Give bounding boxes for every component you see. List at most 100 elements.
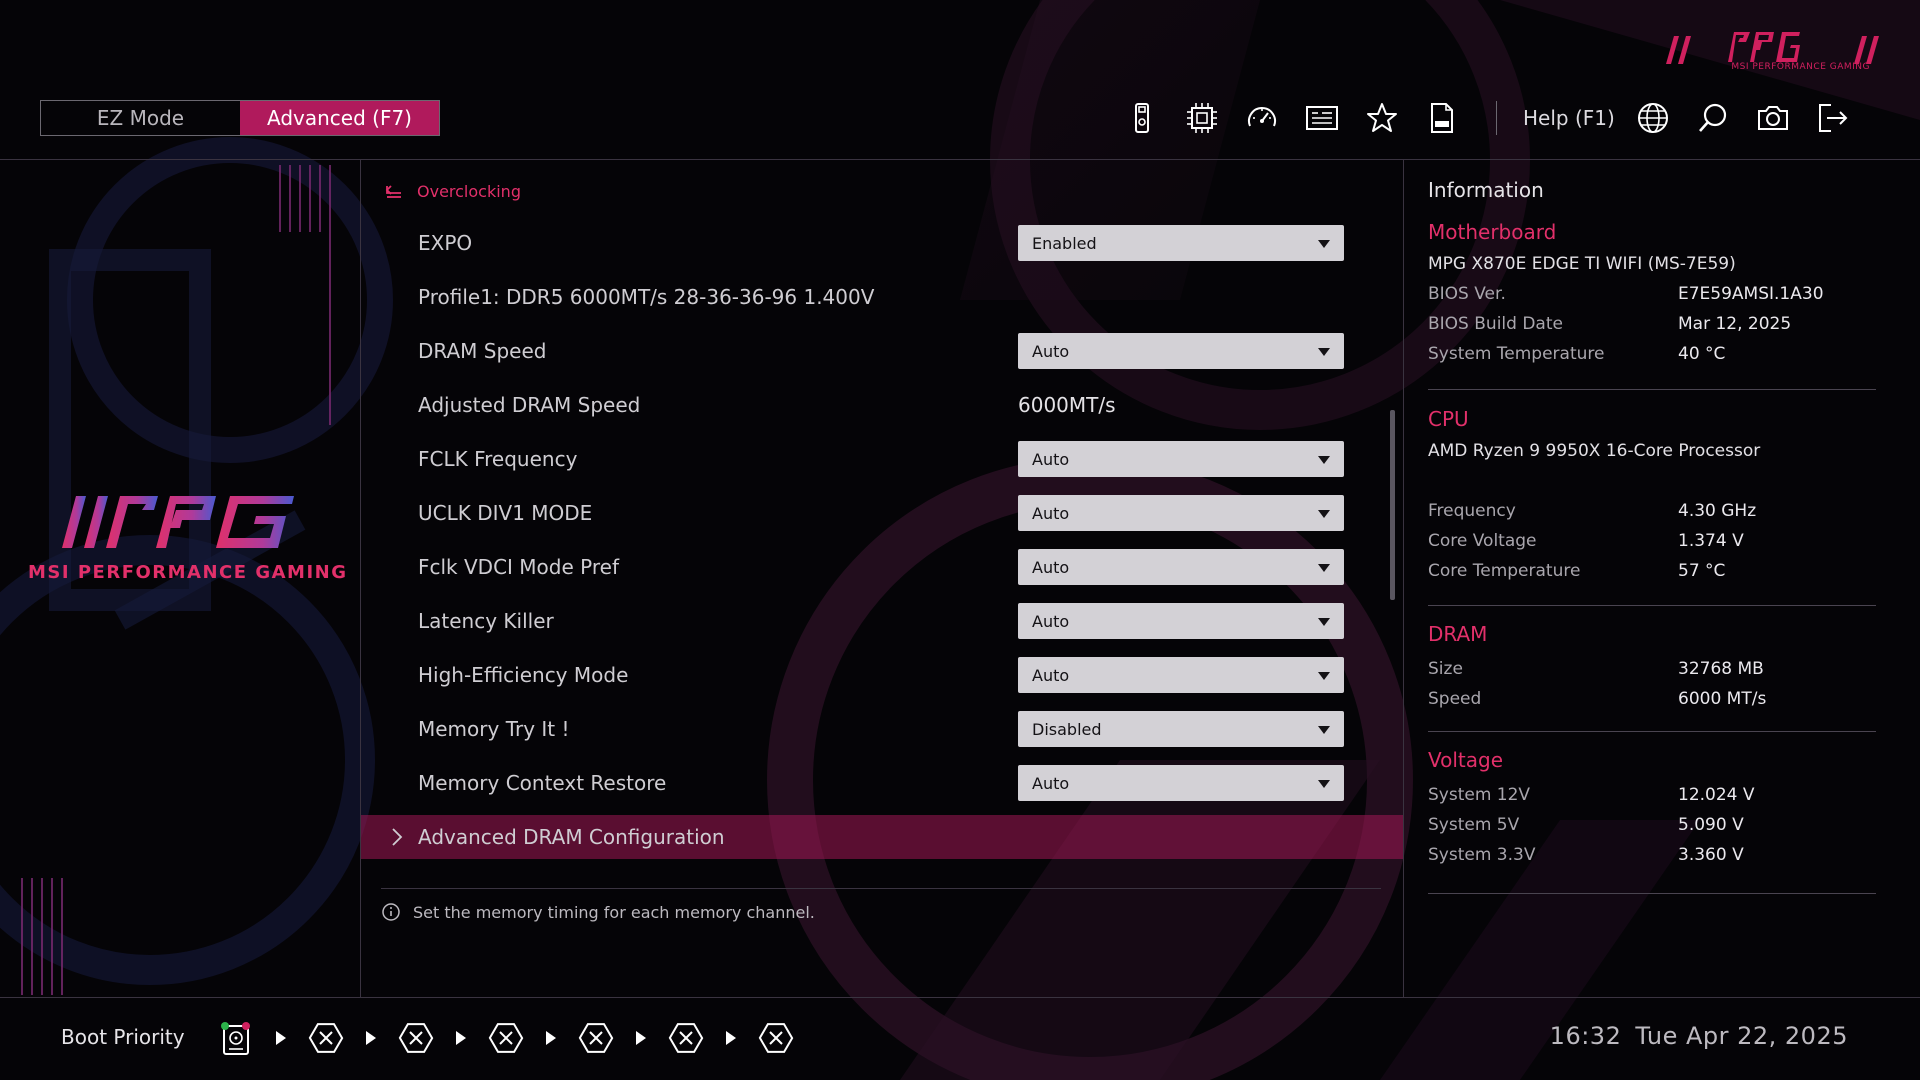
boot-device-empty-icon[interactable] [396,1018,436,1058]
setting-row-uclk-div1-mode[interactable]: UCLK DIV1 MODE Auto [361,491,1403,535]
dram-speed-label: Speed [1428,689,1482,709]
dropdown-value: Enabled [1032,233,1097,253]
system-5v-value: 5.090 V [1678,815,1744,835]
boot-device-empty-icon[interactable] [666,1018,706,1058]
dram-heading: DRAM [1428,622,1488,646]
fclk-frequency-dropdown[interactable]: Auto [1018,441,1344,477]
setting-row-high-efficiency-mode[interactable]: High-Efficiency Mode Auto [361,653,1403,697]
chevron-down-icon [1318,618,1330,626]
setting-row-adjusted-dram-speed: Adjusted DRAM Speed 6000MT/s [361,383,1403,427]
settings-panel: Overclocking EXPO Enabled Profile1: DDR5… [361,160,1403,998]
dropdown-value: Auto [1032,341,1070,361]
hardware-monitor-icon[interactable] [1300,96,1344,140]
search-icon[interactable] [1691,96,1735,140]
bios-version-value: E7E59AMSI.1A30 [1678,284,1824,304]
setting-label: Memory Context Restore [418,771,667,795]
advanced-mode-button[interactable]: Advanced (F7) [240,101,439,135]
usb-device-icon[interactable] [1120,96,1164,140]
boot-priority-bar: Boot Priority 16:32 Tue Apr 22, 2025 [0,997,1920,1080]
information-panel: Information Motherboard MPG X870E EDGE T… [1404,160,1920,998]
setting-label: Profile1: DDR5 6000MT/s 28-36-36-96 1.40… [418,285,875,309]
dropdown-value: Disabled [1032,719,1102,739]
ez-mode-button[interactable]: EZ Mode [41,101,240,135]
setting-row-profile: Profile1: DDR5 6000MT/s 28-36-36-96 1.40… [361,275,1403,319]
setting-label: High-Efficiency Mode [418,663,629,687]
favorites-star-icon[interactable] [1360,96,1404,140]
system-5v-label: System 5V [1428,815,1520,835]
speedometer-icon[interactable] [1240,96,1284,140]
boot-device-list [216,1016,796,1060]
core-voltage-value: 1.374 V [1678,531,1744,551]
setting-row-fclk-frequency[interactable]: FCLK Frequency Auto [361,437,1403,481]
setting-row-memory-try-it[interactable]: Memory Try It ! Disabled [361,707,1403,751]
breadcrumb[interactable]: Overclocking [385,182,521,201]
boot-order-arrow [546,1031,556,1045]
chevron-down-icon [1318,564,1330,572]
core-temperature-label: Core Temperature [1428,561,1581,581]
exit-icon[interactable] [1811,96,1855,140]
header-toolbar: Help (F1) [1120,96,1871,140]
setting-row-expo[interactable]: EXPO Enabled [361,221,1403,265]
top-bar: EZ Mode Advanced (F7) Help (F1) MSI PERF… [0,0,1920,160]
setting-label: FCLK Frequency [418,447,578,471]
memory-context-restore-dropdown[interactable]: Auto [1018,765,1344,801]
dram-size-value: 32768 MB [1678,659,1764,679]
boot-device-empty-icon[interactable] [486,1018,526,1058]
hint-text: Set the memory timing for each memory ch… [413,902,815,922]
boot-device-empty-icon[interactable] [756,1018,796,1058]
chevron-down-icon [1318,510,1330,518]
screenshot-camera-icon[interactable] [1751,96,1795,140]
boot-device-empty-icon[interactable] [576,1018,616,1058]
setting-label: EXPO [418,231,473,255]
submenu-advanced-dram-configuration[interactable]: Advanced DRAM Configuration [361,815,1403,859]
setting-label: Adjusted DRAM Speed [418,393,641,417]
help-button[interactable]: Help (F1) [1523,106,1615,130]
dram-speed-dropdown[interactable]: Auto [1018,333,1344,369]
chevron-down-icon [1318,240,1330,248]
boot-device-empty-icon[interactable] [306,1018,346,1058]
dropdown-value: Auto [1032,449,1070,469]
dram-speed-value: 6000 MT/s [1678,689,1767,709]
scrollbar[interactable] [1390,410,1395,600]
uclk-div1-mode-dropdown[interactable]: Auto [1018,495,1344,531]
cpu-frequency-label: Frequency [1428,501,1516,521]
cpu-chip-icon[interactable] [1180,96,1224,140]
latency-killer-dropdown[interactable]: Auto [1018,603,1344,639]
dropdown-value: Auto [1032,503,1070,523]
dropdown-value: Auto [1032,773,1070,793]
motherboard-model: MPG X870E EDGE TI WIFI (MS-7E59) [1428,254,1736,274]
core-temperature-value: 57 °C [1678,561,1726,581]
system-12v-value: 12.024 V [1678,785,1755,805]
setting-label: Latency Killer [418,609,554,633]
dropdown-value: Auto [1032,557,1070,577]
boot-device-hdd-icon[interactable] [216,1018,256,1058]
high-efficiency-mode-dropdown[interactable]: Auto [1018,657,1344,693]
system-12v-label: System 12V [1428,785,1531,805]
language-globe-icon[interactable] [1631,96,1675,140]
section-divider [1428,893,1876,894]
adjusted-dram-speed-value: 6000MT/s [1018,393,1116,417]
setting-row-dram-speed[interactable]: DRAM Speed Auto [361,329,1403,373]
setting-row-latency-killer[interactable]: Latency Killer Auto [361,599,1403,643]
mpg-logo-large-icon [62,496,294,548]
system-temperature-value: 40 °C [1678,344,1726,364]
boot-order-arrow [726,1031,736,1045]
hint-divider [381,888,1381,889]
clock-date: Tue Apr 22, 2025 [1635,1022,1848,1050]
motherboard-heading: Motherboard [1428,220,1557,244]
brand-tagline-left: MSI PERFORMANCE GAMING [28,562,348,583]
bios-date-value: Mar 12, 2025 [1678,314,1792,334]
back-arrow-icon[interactable] [385,184,405,200]
cpu-frequency-value: 4.30 GHz [1678,501,1757,521]
setting-row-memory-context-restore[interactable]: Memory Context Restore Auto [361,761,1403,805]
fclk-vdci-mode-pref-dropdown[interactable]: Auto [1018,549,1344,585]
setting-label: Fclk VDCI Mode Pref [418,555,619,579]
toolbar-divider [1496,101,1497,135]
chevron-down-icon [1318,348,1330,356]
memory-try-it-dropdown[interactable]: Disabled [1018,711,1344,747]
setting-row-fclk-vdci-mode-pref[interactable]: Fclk VDCI Mode Pref Auto [361,545,1403,589]
dropdown-value: Auto [1032,611,1070,631]
file-log-icon[interactable] [1420,96,1464,140]
expo-dropdown[interactable]: Enabled [1018,225,1344,261]
setting-label: Advanced DRAM Configuration [418,825,725,849]
